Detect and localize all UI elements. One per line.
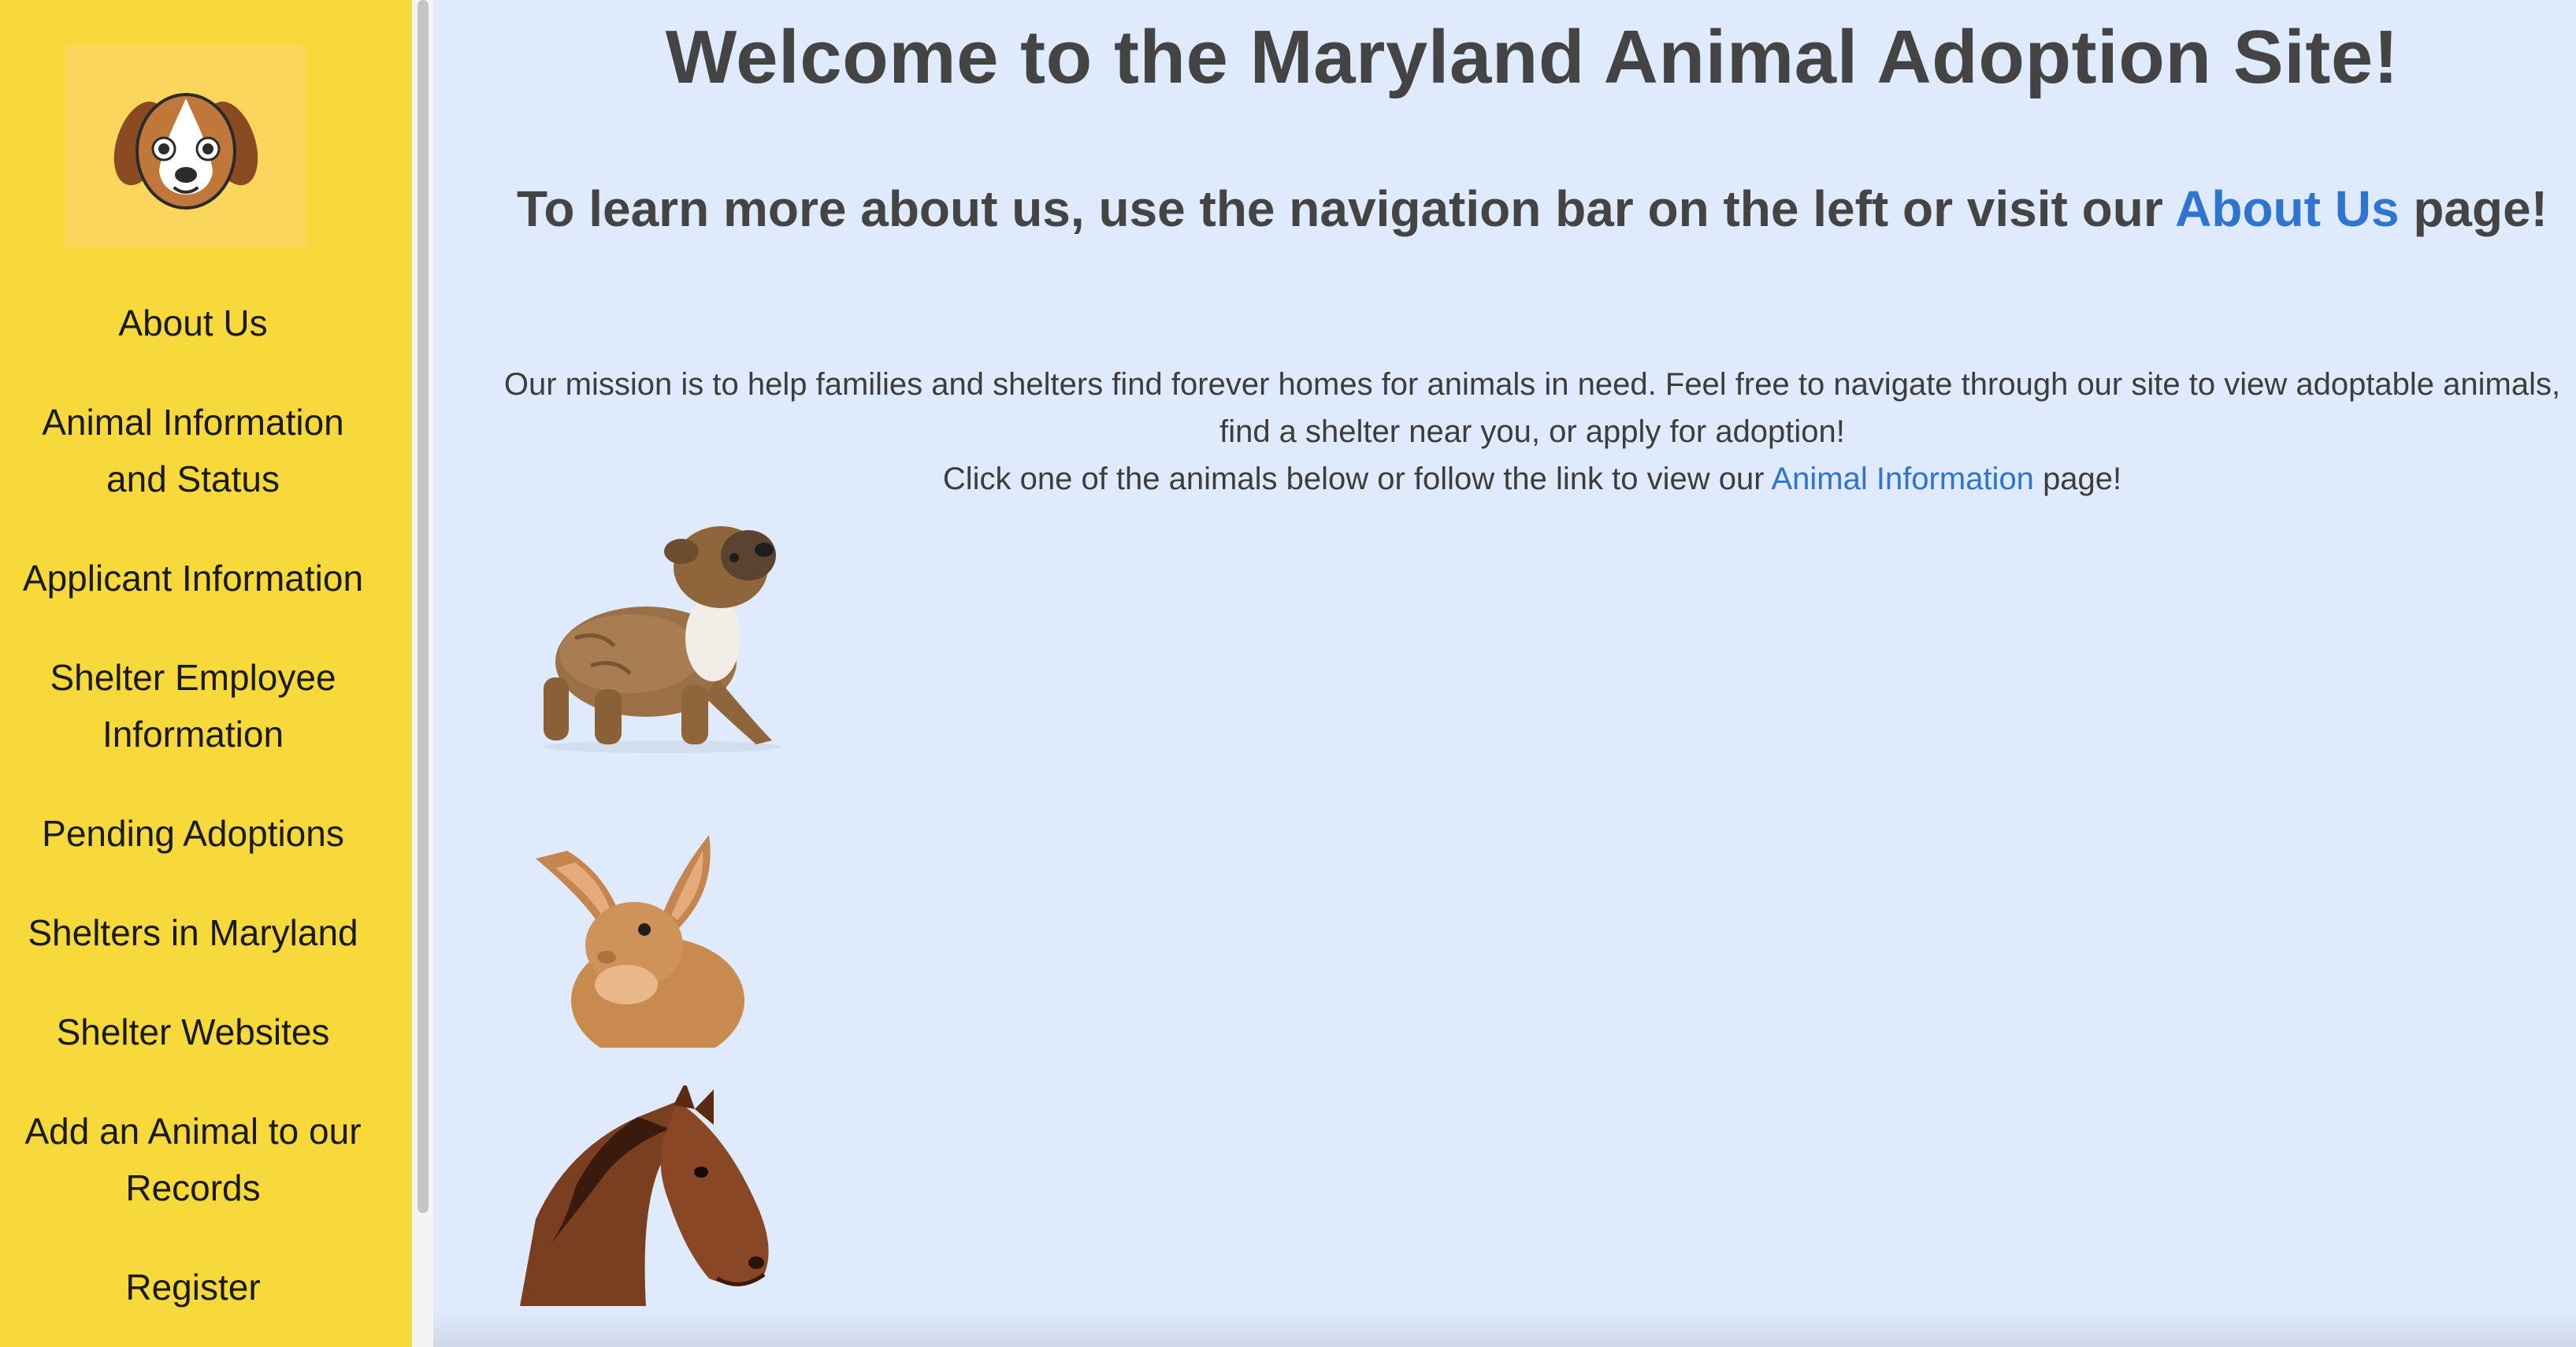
rabbit-image[interactable] xyxy=(520,827,756,1063)
about-us-link[interactable]: About Us xyxy=(2175,180,2399,237)
site-logo[interactable] xyxy=(65,46,306,248)
sidebar-nav: About Us Animal Information and Status A… xyxy=(0,284,386,1347)
sidebar-item-applicant-information[interactable]: Applicant Information xyxy=(0,539,386,618)
click-suffix: page! xyxy=(2043,462,2122,496)
dog-face-icon xyxy=(113,92,258,210)
sidebar: About Us Animal Information and Status A… xyxy=(0,0,412,1347)
sidebar-item-shelter-employee-information[interactable]: Shelter Employee Information xyxy=(0,638,386,774)
subtitle-text: To learn more about us, use the navigati… xyxy=(516,180,2163,237)
sidebar-item-register[interactable]: Register xyxy=(0,1248,386,1327)
page-title: Welcome to the Maryland Animal Adoption … xyxy=(665,15,2400,99)
sidebar-scrollbar-thumb[interactable] xyxy=(418,0,429,1213)
puppy-image[interactable] xyxy=(520,520,804,760)
page-subtitle: To learn more about us, use the navigati… xyxy=(433,180,2576,238)
sidebar-item-pending-adoptions[interactable]: Pending Adoptions xyxy=(0,794,386,873)
click-text: Click one of the animals below or follow… xyxy=(942,462,1765,496)
mission-statement: Our mission is to help families and shel… xyxy=(481,361,2576,503)
sidebar-item-shelters-in-maryland[interactable]: Shelters in Maryland xyxy=(0,893,386,972)
bottom-scroll-shadow xyxy=(433,1309,2576,1347)
sidebar-item-animal-information[interactable]: Animal Information and Status xyxy=(0,383,386,518)
click-instruction: Click one of the animals below or follow… xyxy=(481,455,2576,503)
horse-image[interactable] xyxy=(520,1082,788,1310)
sidebar-item-about-us[interactable]: About Us xyxy=(0,284,386,362)
sidebar-item-add-animal[interactable]: Add an Animal to our Records xyxy=(0,1092,386,1227)
mission-text: Our mission is to help families and shel… xyxy=(503,367,2561,449)
sidebar-item-shelter-websites[interactable]: Shelter Websites xyxy=(0,993,386,1071)
animal-information-link[interactable]: Animal Information xyxy=(1771,462,2033,496)
subtitle-suffix: page! xyxy=(2413,180,2548,237)
main-content: Welcome to the Maryland Animal Adoption … xyxy=(433,0,2576,1347)
